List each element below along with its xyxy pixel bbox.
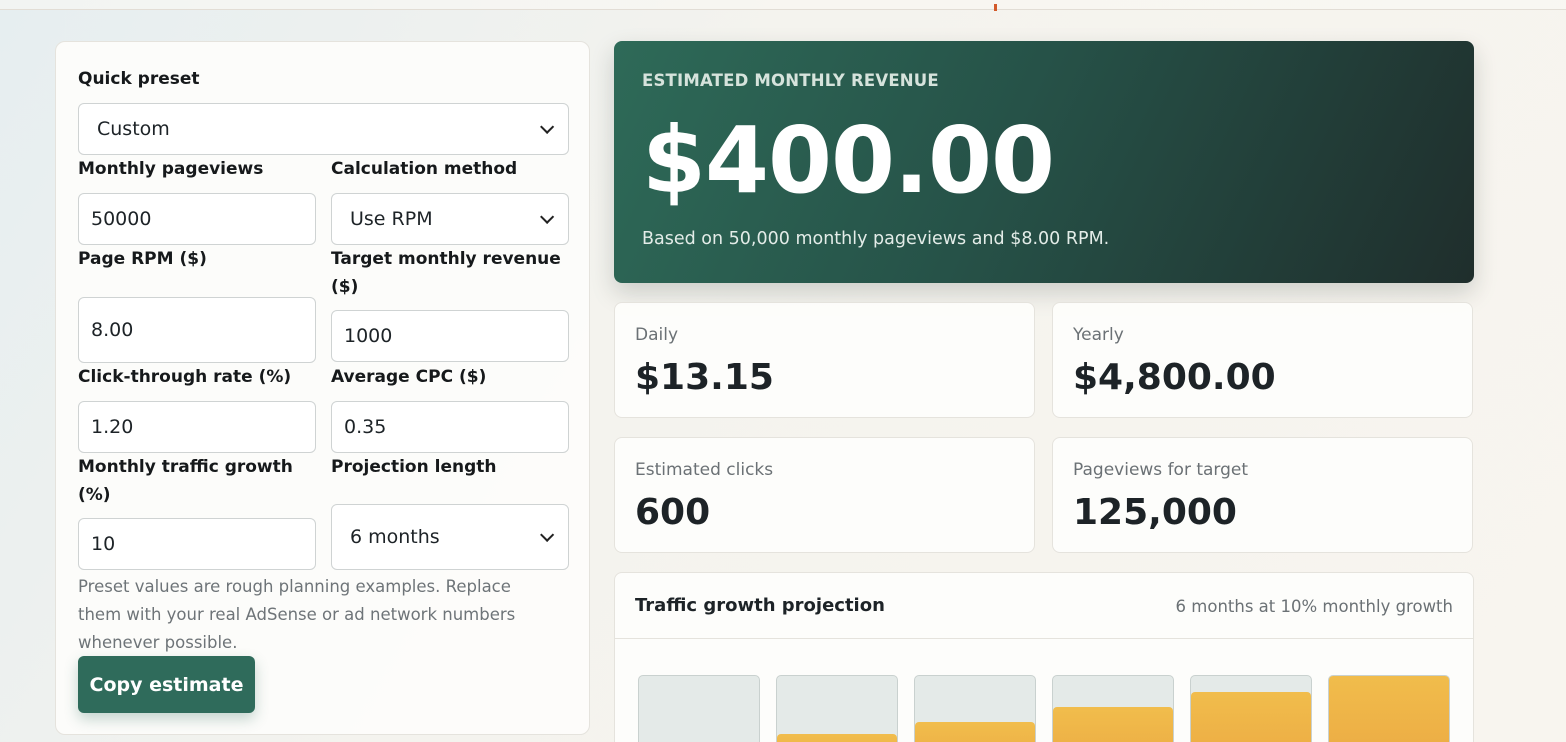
projection-bar-fill: [915, 722, 1035, 742]
chevron-down-icon: [540, 119, 555, 134]
growth-input-value: 10: [91, 533, 116, 555]
stat-label: Pageviews for target: [1073, 460, 1249, 480]
monthly-revenue-amount: $400.00: [642, 107, 1055, 214]
projection-bar-6: [1328, 675, 1450, 742]
revenue-hero-card: ESTIMATED MONTHLY REVENUE $400.00 Based …: [614, 41, 1474, 283]
stat-card-target-pageviews: Pageviews for target 125,000: [1052, 437, 1473, 553]
preset-label: Quick preset: [78, 69, 200, 89]
projection-bar-fill: [1329, 676, 1449, 742]
projection-bars: [615, 573, 1475, 742]
method-select[interactable]: Use RPM: [331, 193, 569, 245]
cpc-label: Average CPC ($): [331, 367, 487, 387]
projection-length-select[interactable]: 6 months: [331, 504, 569, 570]
hero-basis-text: Based on 50,000 monthly pageviews and $8…: [642, 229, 1110, 249]
stat-label: Estimated clicks: [635, 460, 774, 480]
ctr-input-value: 1.20: [91, 416, 134, 438]
stat-card-daily: Daily $13.15: [614, 302, 1035, 418]
stat-card-yearly: Yearly $4,800.00: [1052, 302, 1473, 418]
rpm-input-value: 8.00: [91, 319, 134, 341]
top-border: [0, 0, 1566, 11]
target-revenue-label: Target monthly revenue ($): [331, 249, 561, 297]
pageviews-input[interactable]: 50000: [78, 193, 316, 245]
preset-select-value: Custom: [97, 118, 170, 140]
preset-select[interactable]: Custom: [78, 103, 569, 155]
stat-value: 125,000: [1073, 492, 1237, 533]
projection-bar-1: [638, 675, 760, 742]
projection-bar-3: [914, 675, 1036, 742]
preset-help-text: Preset values are rough planning example…: [78, 577, 516, 652]
projection-bar-5: [1190, 675, 1312, 742]
stat-card-clicks: Estimated clicks 600: [614, 437, 1035, 553]
pageviews-label: Monthly pageviews: [78, 159, 264, 179]
rpm-input[interactable]: 8.00: [78, 297, 316, 363]
hero-kicker: ESTIMATED MONTHLY REVENUE: [642, 71, 939, 90]
projection-bar-4: [1052, 675, 1174, 742]
stat-label: Daily: [635, 325, 679, 345]
target-revenue-input[interactable]: 1000: [331, 310, 569, 362]
projection-length-value: 6 months: [350, 526, 440, 548]
stat-value: $4,800.00: [1073, 357, 1276, 398]
growth-label: Monthly traffic growth (%): [78, 457, 293, 505]
accent-mark: [994, 4, 997, 11]
ctr-input[interactable]: 1.20: [78, 401, 316, 453]
cpc-input-value: 0.35: [344, 416, 387, 438]
projection-length-label: Projection length: [331, 457, 497, 477]
target-revenue-input-value: 1000: [344, 325, 393, 347]
ctr-label: Click-through rate (%): [78, 367, 292, 387]
chevron-down-icon: [540, 209, 555, 224]
stat-label: Yearly: [1073, 325, 1124, 345]
projection-bar-fill: [1191, 692, 1311, 742]
projection-bar-2: [776, 675, 898, 742]
projection-bar-fill: [777, 734, 897, 742]
pageviews-input-value: 50000: [91, 208, 152, 230]
calculator-form-card: Quick preset Custom Monthly pageviews Ca…: [55, 41, 590, 735]
cpc-input[interactable]: 0.35: [331, 401, 569, 453]
stat-value: $13.15: [635, 357, 774, 398]
method-select-value: Use RPM: [350, 208, 433, 230]
projection-bar-fill: [1053, 707, 1173, 742]
growth-input[interactable]: 10: [78, 518, 316, 570]
copy-estimate-button[interactable]: Copy estimate: [78, 656, 255, 713]
method-label: Calculation method: [331, 159, 518, 179]
chevron-down-icon: [540, 527, 555, 542]
stat-value: 600: [635, 492, 711, 533]
traffic-projection-card: Traffic growth projection 6 months at 10…: [614, 572, 1474, 742]
rpm-label: Page RPM ($): [78, 249, 207, 269]
